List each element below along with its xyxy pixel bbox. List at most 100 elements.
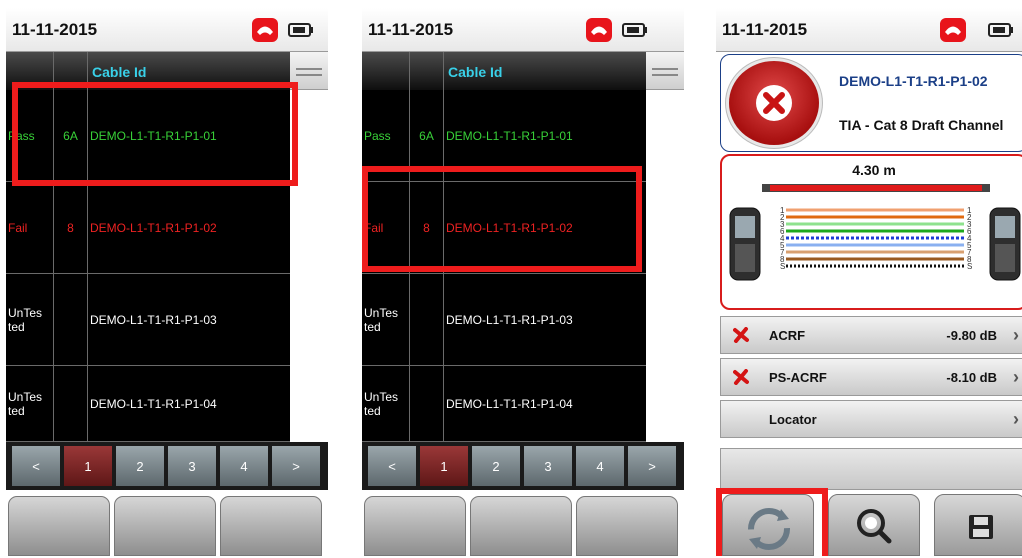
measurement-name: PS-ACRF (769, 370, 827, 385)
page-button-2[interactable]: 2 (472, 446, 520, 486)
prev-page-button[interactable]: < (368, 446, 416, 486)
refresh-button[interactable] (722, 494, 814, 556)
measurement-name: Locator (769, 412, 817, 427)
row-status: UnTes ted (362, 274, 410, 365)
search-icon (857, 509, 892, 544)
table-scrollbar[interactable] (646, 52, 684, 442)
fail-x-icon (733, 327, 749, 343)
row-category: 6A (410, 90, 444, 181)
row-cable-id: DEMO-L1-T1-R1-P1-02 (90, 220, 217, 235)
results-table: Cable Id Pass 6A DEMO-L1-T1-R1-P1-01 Fai… (362, 52, 684, 442)
search-button[interactable] (828, 494, 920, 556)
table-header: Cable Id (6, 52, 328, 90)
row-category (54, 274, 88, 365)
table-row[interactable]: Pass 6A DEMO-L1-T1-R1-P1-01 (362, 90, 646, 182)
row-category (54, 366, 88, 441)
softkey-bar (6, 494, 328, 556)
wiremap-diagram: 1 2 3 6 4 5 7 8 S 1 2 3 6 4 5 7 8 S (729, 184, 1021, 281)
table-row[interactable]: UnTes ted DEMO-L1-T1-R1-P1-03 (362, 274, 646, 366)
date-display: 11-11-2015 (12, 20, 98, 39)
page-button-4[interactable]: 4 (220, 446, 268, 486)
row-status: UnTes ted (6, 366, 54, 441)
measurement-name: ACRF (769, 328, 806, 343)
wire-number-left-s: S (780, 262, 785, 271)
softkey-2[interactable] (114, 496, 216, 556)
date-display: 11-11-2015 (722, 20, 808, 39)
table-scrollbar[interactable] (290, 52, 328, 442)
softkey-bar (362, 494, 684, 556)
battery-icon (288, 23, 313, 37)
measurement-row-ps-acrf[interactable]: PS-ACRF -8.10 dB › (720, 358, 1022, 396)
row-status: Pass (6, 90, 54, 181)
wire-number-right-s: S (967, 262, 972, 271)
softkey-3[interactable] (576, 496, 678, 556)
row-category: 8 (410, 182, 444, 273)
table-row[interactable]: UnTes ted DEMO-L1-T1-R1-P1-04 (362, 366, 646, 442)
battery-icon (988, 23, 1013, 37)
pagination: < 1 2 3 4 > (362, 442, 684, 490)
fail-result-icon (729, 61, 819, 145)
cable-id-title: DEMO-L1-T1-R1-P1-02 (839, 73, 988, 89)
row-status: Fail (362, 182, 410, 273)
table-row[interactable]: Fail 8 DEMO-L1-T1-R1-P1-02 (6, 182, 290, 274)
row-status: UnTes ted (6, 274, 54, 365)
status-bar: 11-11-2015 (6, 8, 328, 52)
scrollbar-thumb[interactable] (290, 52, 328, 90)
measurement-row-locator[interactable]: Locator › (720, 400, 1022, 438)
phone-icon[interactable] (586, 18, 612, 42)
softkey-1[interactable] (364, 496, 466, 556)
row-status: UnTes ted (362, 366, 410, 441)
row-status: Fail (6, 182, 54, 273)
table-row[interactable]: UnTes ted DEMO-L1-T1-R1-P1-03 (6, 274, 290, 366)
date-display: 11-11-2015 (368, 20, 454, 39)
prev-page-button[interactable]: < (12, 446, 60, 486)
softkey-3[interactable] (220, 496, 322, 556)
measurement-value: -8.10 dB (946, 370, 997, 385)
phone-icon[interactable] (252, 18, 278, 42)
result-header-card: DEMO-L1-T1-R1-P1-02 TIA - Cat 8 Draft Ch… (720, 54, 1022, 152)
row-category (410, 274, 444, 365)
row-status: Pass (362, 90, 410, 181)
scrollbar-thumb[interactable] (646, 52, 684, 90)
page-button-4[interactable]: 4 (576, 446, 624, 486)
category-column-header[interactable] (54, 52, 88, 90)
results-list-screen-2: 11-11-2015 Cable Id Pass 6A DEMO-L1-T1-R… (362, 8, 684, 556)
status-bar: 11-11-2015 (362, 8, 684, 52)
row-cable-id: DEMO-L1-T1-R1-P1-02 (446, 220, 573, 235)
chevron-right-icon: › (1013, 367, 1019, 387)
category-column-header[interactable] (410, 52, 444, 90)
cable-id-column-header[interactable]: Cable Id (448, 64, 502, 80)
page-button-1[interactable]: 1 (64, 446, 112, 486)
row-cable-id: DEMO-L1-T1-R1-P1-04 (90, 396, 217, 411)
measurement-row-acrf[interactable]: ACRF -9.80 dB › (720, 316, 1022, 354)
table-row[interactable]: Pass 6A DEMO-L1-T1-R1-P1-01 (6, 90, 290, 182)
chevron-right-icon: › (1013, 409, 1019, 429)
page-button-2[interactable]: 2 (116, 446, 164, 486)
phone-icon[interactable] (940, 18, 966, 42)
table-header: Cable Id (362, 52, 684, 90)
battery-icon (622, 23, 647, 37)
results-table: Cable Id Pass 6A DEMO-L1-T1-R1-P1-01 Fai… (6, 52, 328, 442)
save-button[interactable] (934, 494, 1022, 556)
row-category (410, 366, 444, 441)
row-category: 6A (54, 90, 88, 181)
page-button-3[interactable]: 3 (168, 446, 216, 486)
next-page-button[interactable]: > (272, 446, 320, 486)
table-row[interactable]: Fail 8 DEMO-L1-T1-R1-P1-02 (362, 182, 646, 274)
softkey-2[interactable] (470, 496, 572, 556)
wiremap-card[interactable]: 4.30 m 1 2 3 6 4 5 7 8 S 1 2 3 6 4 5 7 8… (720, 154, 1022, 310)
row-cable-id: DEMO-L1-T1-R1-P1-01 (90, 128, 217, 143)
next-page-button[interactable]: > (628, 446, 676, 486)
empty-row (720, 448, 1022, 490)
page-button-3[interactable]: 3 (524, 446, 572, 486)
row-cable-id: DEMO-L1-T1-R1-P1-04 (446, 396, 573, 411)
table-row[interactable]: UnTes ted DEMO-L1-T1-R1-P1-04 (6, 366, 290, 442)
softkey-1[interactable] (8, 496, 110, 556)
status-column-header[interactable] (362, 52, 410, 90)
row-cable-id: DEMO-L1-T1-R1-P1-03 (446, 312, 573, 327)
status-column-header[interactable] (6, 52, 54, 90)
results-list-screen-1: 11-11-2015 Cable Id Pass 6A DEMO-L1-T1-R… (6, 8, 328, 556)
measurement-value: -9.80 dB (946, 328, 997, 343)
page-button-1[interactable]: 1 (420, 446, 468, 486)
cable-id-column-header[interactable]: Cable Id (92, 64, 146, 80)
